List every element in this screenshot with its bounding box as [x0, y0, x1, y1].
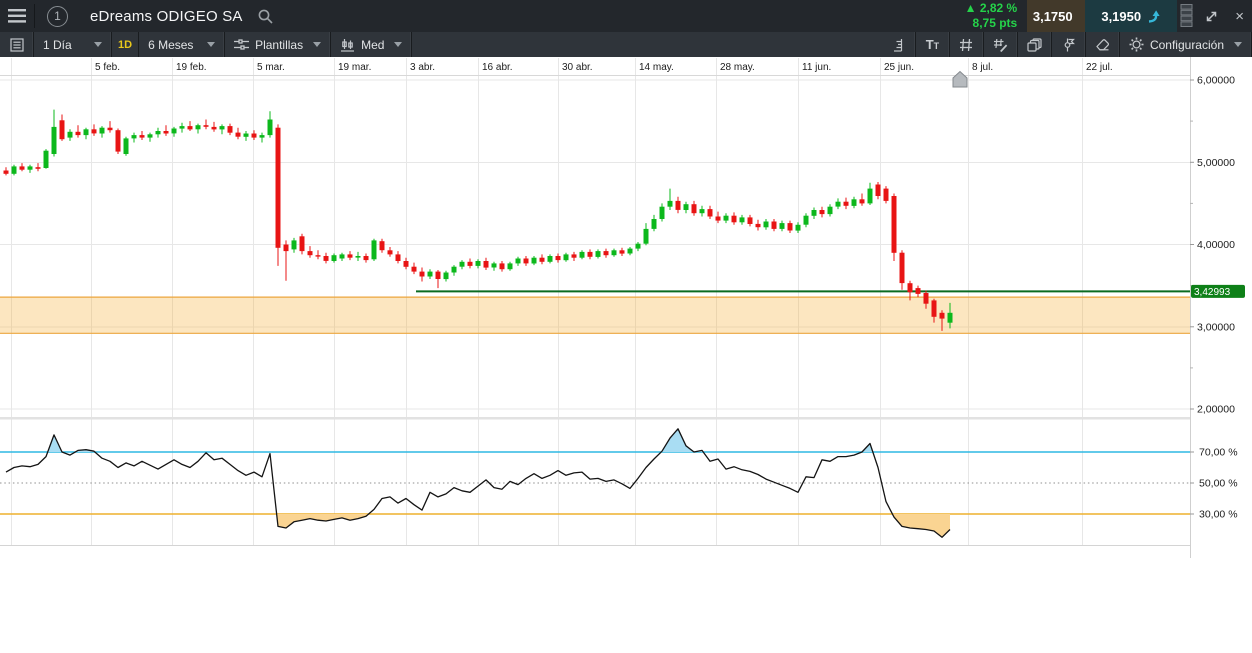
expand-button[interactable]	[1196, 0, 1227, 32]
buy-price: 3,1950	[1101, 9, 1141, 24]
svg-text:14 may.: 14 may.	[639, 62, 674, 73]
search-icon	[257, 8, 274, 25]
range-label: 6 Meses	[148, 38, 193, 52]
text-tool-button[interactable]: TT	[916, 32, 950, 57]
chart-area[interactable]: 5 feb. 19 feb. 5 mar. 19 mar. 3 abr. 16 abr. 3…	[0, 57, 1252, 648]
svg-text:3,00000: 3,00000	[1197, 321, 1235, 333]
grid-tool-button[interactable]	[950, 32, 984, 57]
svg-text:11 jun.: 11 jun.	[802, 62, 831, 73]
change-percent: ▲ 2,82 %	[965, 1, 1018, 16]
svg-text:3,42993: 3,42993	[1194, 287, 1231, 298]
candles-icon	[340, 38, 355, 52]
search-button[interactable]	[249, 0, 282, 32]
sell-price: 3,1750	[1033, 9, 1073, 24]
svg-text:2,00000: 2,00000	[1197, 404, 1235, 416]
settings-label: Configuración	[1150, 38, 1224, 52]
indicators-dropdown[interactable]: Med	[331, 32, 412, 57]
window-titlebar: 1 eDreams ODIGEO SA ▲ 2,82 % 8,75 pts 3,…	[0, 0, 1252, 32]
chevron-down-icon	[94, 42, 102, 47]
chevron-down-icon	[394, 42, 402, 47]
axis-scale-icon	[891, 38, 905, 52]
chevron-down-icon	[207, 42, 215, 47]
panel-stack-icon	[1180, 4, 1193, 28]
window-number-icon: 1	[47, 6, 68, 27]
period-label: 1 Día	[43, 38, 72, 52]
panel-stack-button[interactable]	[1177, 0, 1196, 32]
buy-price-button[interactable]: 3,1950	[1085, 0, 1177, 32]
svg-text:5 mar.: 5 mar.	[257, 62, 285, 73]
svg-text:3 abr.: 3 abr.	[410, 62, 435, 73]
svg-text:19 feb.: 19 feb.	[176, 62, 207, 73]
eraser-tool-button[interactable]	[1086, 32, 1120, 57]
arrow-up-icon	[1148, 9, 1161, 24]
svg-text:70,00 %: 70,00 %	[1199, 447, 1238, 459]
change-points: 8,75 pts	[973, 16, 1018, 31]
price-axis-tool-button[interactable]	[882, 32, 916, 57]
svg-text:25 jun.: 25 jun.	[884, 62, 914, 73]
marker-pin-tool-button[interactable]	[1052, 32, 1086, 57]
svg-text:50,00 %: 50,00 %	[1199, 478, 1238, 490]
svg-text:28 may.: 28 may.	[720, 62, 755, 73]
svg-text:6,00000: 6,00000	[1197, 75, 1235, 87]
layers-tool-button[interactable]	[1018, 32, 1052, 57]
svg-text:16 abr.: 16 abr.	[482, 62, 513, 73]
eraser-icon	[1095, 38, 1110, 51]
window-number-button[interactable]: 1	[35, 0, 80, 32]
templates-dropdown[interactable]: Plantillas	[225, 32, 331, 57]
settings-dropdown[interactable]: Configuración	[1120, 32, 1252, 57]
range-dropdown[interactable]: 6 Meses	[139, 32, 225, 57]
sell-price-button[interactable]: 3,1750	[1027, 0, 1085, 32]
svg-text:30,00 %: 30,00 %	[1199, 509, 1238, 521]
hamburger-icon	[8, 9, 26, 23]
draw-grid-tool-button[interactable]	[984, 32, 1018, 57]
chart-window: 1 eDreams ODIGEO SA ▲ 2,82 % 8,75 pts 3,…	[0, 0, 1252, 648]
svg-text:19 mar.: 19 mar.	[338, 62, 371, 73]
price-change: ▲ 2,82 % 8,75 pts	[965, 0, 1018, 32]
period-dropdown[interactable]: 1 Día	[34, 32, 112, 57]
svg-text:5 feb.: 5 feb.	[95, 62, 120, 73]
close-button[interactable]: ×	[1227, 0, 1252, 32]
sliders-icon	[234, 38, 249, 51]
svg-text:22 jul.: 22 jul.	[1086, 62, 1113, 73]
crosshair-pin-icon	[1062, 38, 1075, 52]
grid-pencil-icon	[993, 38, 1008, 52]
instrument-title: eDreams ODIGEO SA	[90, 0, 243, 32]
layers-icon	[1027, 38, 1042, 52]
chevron-down-icon	[1234, 42, 1242, 47]
svg-text:30 abr.: 30 abr.	[562, 62, 593, 73]
timeframe-badge: 1D	[112, 32, 139, 57]
svg-text:8 jul.: 8 jul.	[972, 62, 993, 73]
chart-toolbar: 1 Día 1D 6 Meses Plantillas Med	[0, 32, 1252, 58]
chevron-down-icon	[313, 42, 321, 47]
text-tool-icon: TT	[926, 37, 939, 52]
svg-text:4,00000: 4,00000	[1197, 239, 1235, 251]
grid-icon	[959, 38, 973, 52]
indicators-label: Med	[361, 38, 384, 52]
notes-icon	[10, 38, 24, 52]
expand-icon	[1204, 9, 1219, 24]
app-menu-button[interactable]	[0, 0, 34, 32]
price-chart[interactable]: 5 feb. 19 feb. 5 mar. 19 mar. 3 abr. 16 abr. 3…	[0, 57, 1252, 648]
templates-label: Plantillas	[255, 38, 303, 52]
notes-button[interactable]	[0, 32, 34, 57]
svg-text:5,00000: 5,00000	[1197, 157, 1235, 169]
gear-icon	[1129, 37, 1144, 52]
